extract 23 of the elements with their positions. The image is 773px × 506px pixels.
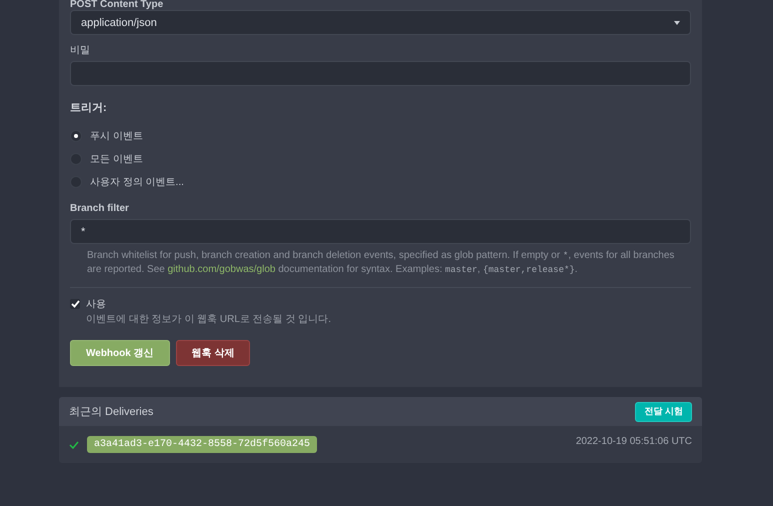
radio-label: 푸시 이벤트 bbox=[90, 130, 143, 143]
panel-title: 최근의 Deliveries bbox=[69, 405, 154, 419]
delete-button[interactable]: 웹훅 삭제 bbox=[176, 340, 250, 366]
delivery-id[interactable]: a3a41ad3-e170-4432-8558-72d5f560a245 bbox=[87, 436, 318, 452]
checkbox[interactable] bbox=[70, 299, 80, 309]
update-button[interactable]: Webhook 갱신 bbox=[70, 340, 170, 366]
glob-link[interactable]: github.com/gobwas/glob bbox=[168, 264, 276, 275]
radio-label: 모든 이벤트 bbox=[90, 153, 143, 166]
field-label: 비밀 bbox=[70, 46, 91, 56]
caret-icon bbox=[674, 20, 680, 24]
secret-input[interactable] bbox=[70, 61, 691, 86]
checkbox-label: 사용 bbox=[86, 298, 107, 311]
radio-label: 사용자 정의 이벤트... bbox=[90, 176, 184, 189]
test-delivery-button[interactable]: 전달 시험 bbox=[635, 402, 692, 422]
delivery-time: 2022-10-19 05:51:06 UTC bbox=[576, 436, 692, 447]
radio-button[interactable] bbox=[70, 130, 82, 142]
checkbox-description: 이벤트에 대한 정보가 이 웹훅 URL로 전송될 것 입니다. bbox=[86, 313, 332, 326]
content-type-select[interactable]: application/json bbox=[70, 10, 691, 35]
field-label: POST Content Type bbox=[70, 0, 164, 10]
branch-filter-input[interactable]: * bbox=[70, 219, 691, 244]
field-label: Branch filter bbox=[70, 204, 130, 214]
help-text: Branch whitelist for push, branch creation and branch deletion events, specified as glob pattern. If empty or *, events for all branches are reported. See github.com/gobwas/glob documentation for syntax. Examples: master, {master,release*}. bbox=[87, 249, 676, 277]
triggers-heading: 트리거: bbox=[70, 101, 108, 115]
